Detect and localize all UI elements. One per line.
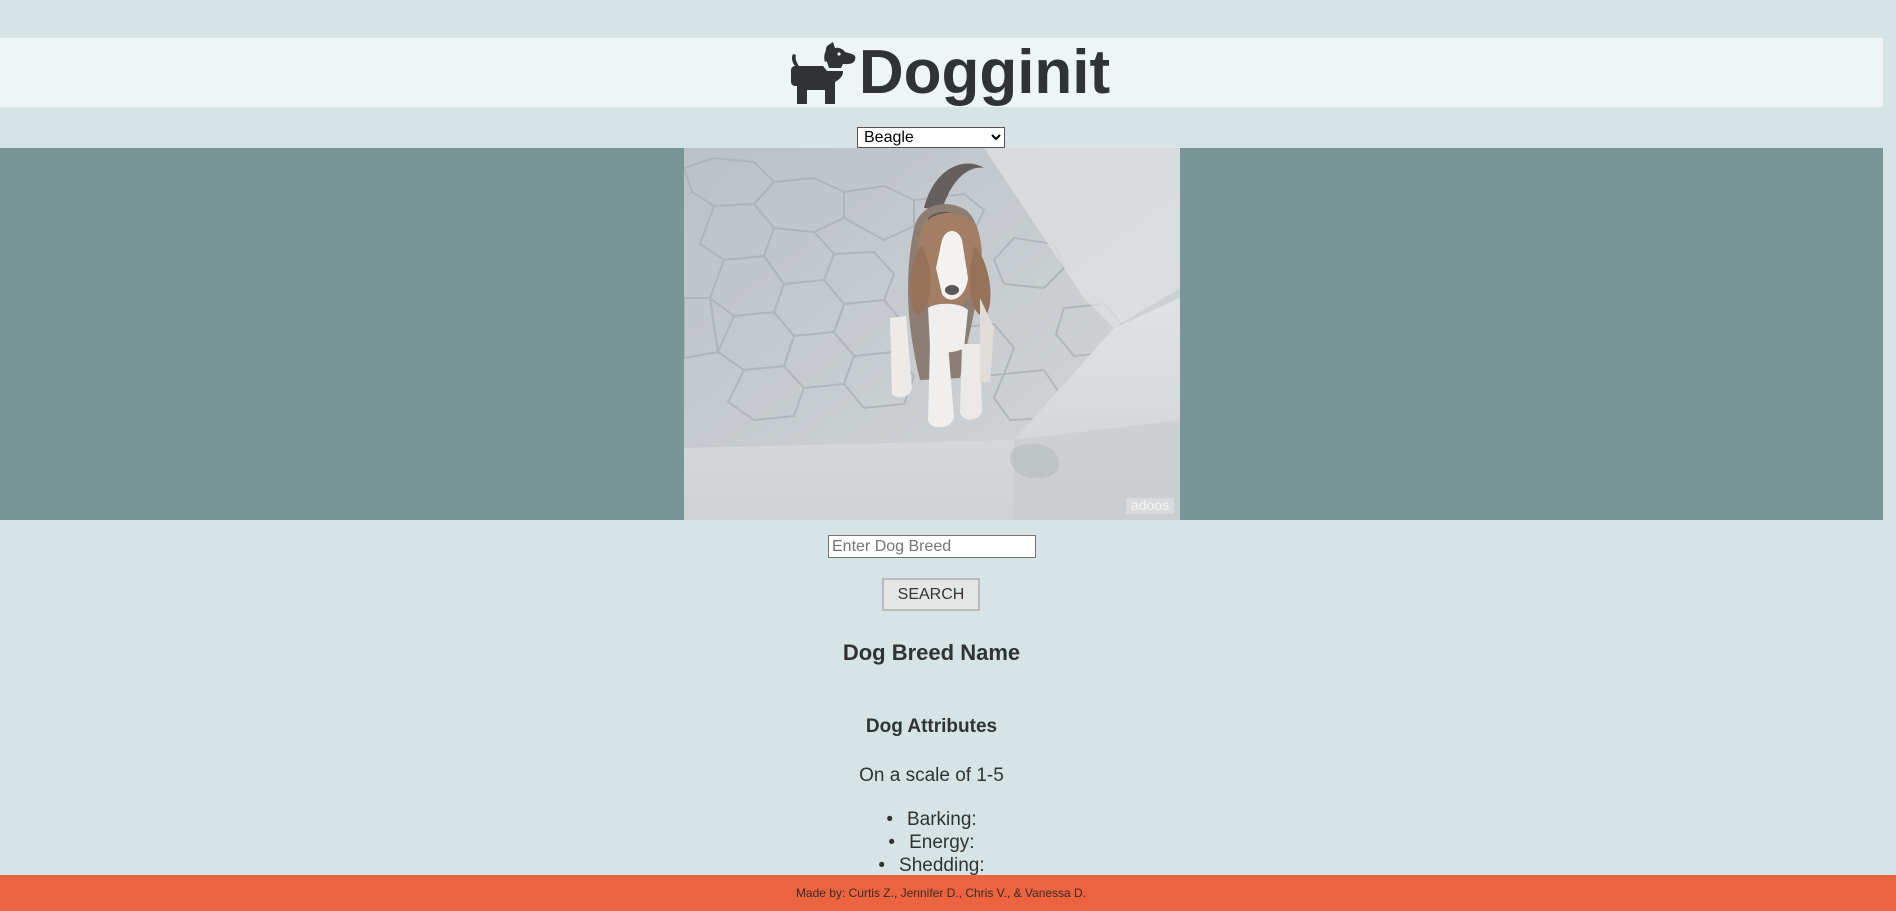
breed-name-heading: Dog Breed Name: [842, 640, 1021, 665]
dog-photo: adoos: [684, 148, 1180, 520]
attribute-item-shedding: Shedding:: [0, 854, 1863, 877]
attribute-item-barking: Barking:: [0, 808, 1863, 831]
site-header: Dogginit: [0, 38, 1883, 107]
gallery-band: adoos: [0, 148, 1883, 520]
breed-select[interactable]: Beagle: [857, 127, 1005, 148]
dog-icon: [789, 41, 857, 104]
footer-credits: Made by: Curtis Z., Jennifer D., Chris V…: [795, 886, 1087, 900]
page: Dogginit Beagle adoos Enter Dog Breed SE…: [0, 0, 1896, 911]
attributes-list: Barking: Energy: Shedding:: [0, 808, 1863, 877]
site-footer: Made by: Curtis Z., Jennifer D., Chris V…: [0, 875, 1896, 911]
attribute-label: Energy:: [909, 832, 975, 853]
brand: Dogginit: [789, 37, 1111, 107]
scale-note: On a scale of 1-5: [859, 765, 1004, 786]
attribute-label: Shedding:: [899, 855, 985, 876]
search-button[interactable]: SEARCH: [882, 578, 980, 611]
attribute-label: Barking:: [906, 809, 977, 830]
site-title: Dogginit: [858, 37, 1111, 107]
attributes-heading: Dog Attributes: [865, 716, 998, 737]
attribute-item-energy: Energy:: [0, 831, 1863, 854]
search-input[interactable]: [828, 535, 1036, 558]
